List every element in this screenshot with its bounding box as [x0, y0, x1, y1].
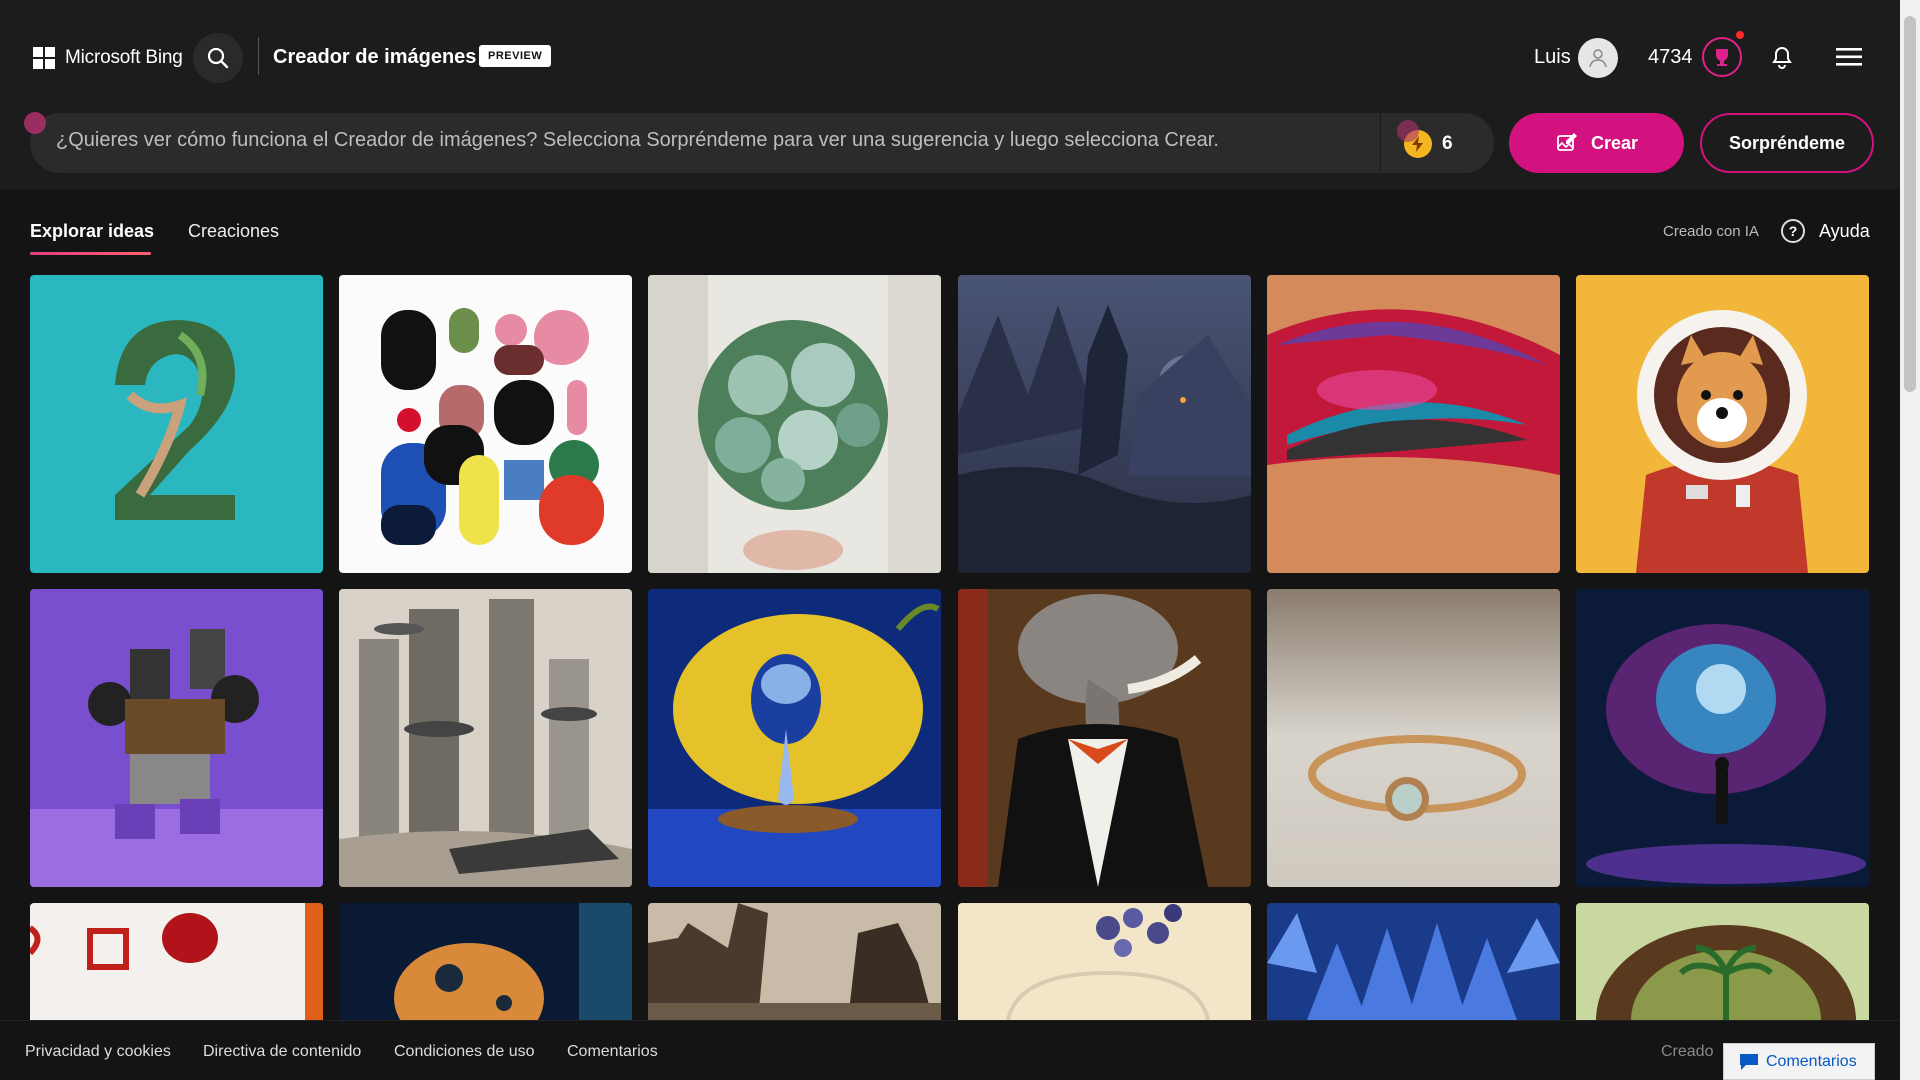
header: Microsoft Bing Creador de imágenes PREVI… — [0, 0, 1900, 190]
gallery-image-number-2-leaf[interactable] — [30, 275, 323, 573]
create-image-icon — [1557, 133, 1577, 151]
help-link[interactable]: Ayuda — [1819, 221, 1870, 242]
tab-creations[interactable]: Creaciones — [188, 221, 279, 242]
notification-dot — [1736, 31, 1744, 39]
gallery-image-cosmic-figure[interactable] — [1576, 589, 1869, 887]
gallery-image-shiba-astronaut[interactable] — [1576, 275, 1869, 573]
tour-hint-dot — [1397, 120, 1419, 142]
footer-link-privacy[interactable]: Privacidad y cookies — [25, 1043, 171, 1061]
gallery-image-abstract-shapes[interactable] — [339, 275, 632, 573]
bell-icon[interactable] — [1771, 45, 1793, 74]
bing-logo[interactable]: Microsoft Bing — [33, 47, 183, 69]
footer-link-content-policy[interactable]: Directiva de contenido — [203, 1043, 361, 1061]
gallery-image-elephant-tuxedo[interactable] — [958, 589, 1251, 887]
gallery-image-colorful-eye-makeup[interactable] — [1267, 275, 1560, 573]
gallery-image-purple-robot[interactable] — [30, 589, 323, 887]
gallery-image-ruined-building[interactable] — [648, 903, 941, 1020]
user-name[interactable]: Luis — [1534, 46, 1571, 69]
feedback-button-label: Comentarios — [1766, 1052, 1857, 1070]
rewards-points[interactable]: 4734 — [1648, 46, 1693, 69]
tour-hint-dot — [24, 112, 46, 134]
footer-created-label: Creado — [1661, 1043, 1714, 1060]
preview-badge: PREVIEW — [479, 45, 552, 67]
search-icon — [207, 47, 229, 69]
footer-link-terms[interactable]: Condiciones de uso — [394, 1043, 535, 1061]
gallery-image-space-hamster[interactable] — [339, 903, 632, 1020]
gallery-image-red-hat-wall[interactable] — [30, 903, 323, 1020]
prompt-bar: 6 — [30, 113, 1494, 173]
help-icon[interactable]: ? — [1781, 219, 1805, 243]
create-button[interactable]: Crear — [1509, 113, 1684, 173]
gallery-image-tiny-planet-palm[interactable] — [1576, 903, 1869, 1020]
feedback-button[interactable]: Comentarios — [1723, 1043, 1875, 1080]
microsoft-logo-icon — [33, 47, 55, 69]
prompt-input[interactable] — [56, 129, 1386, 152]
gallery-image-sci-fi-city[interactable] — [339, 589, 632, 887]
surprise-me-button[interactable]: Sorpréndeme — [1700, 113, 1874, 173]
gallery-image-gold-ring[interactable] — [1267, 589, 1560, 887]
active-tab-underline — [30, 252, 151, 255]
gallery-image-succulent-bouquet[interactable] — [648, 275, 941, 573]
tab-explore-ideas[interactable]: Explorar ideas — [30, 221, 154, 242]
footer: Privacidad y cookies Directiva de conten… — [0, 1020, 1900, 1080]
prompt-separator — [1380, 113, 1381, 173]
gallery-image-flower-glass[interactable] — [958, 903, 1251, 1020]
gallery-image-dark-castle-mountains[interactable] — [958, 275, 1251, 573]
gallery-image-blue-flower[interactable] — [1267, 903, 1560, 1020]
made-with-ai-label: Creado con IA — [1663, 223, 1759, 240]
user-icon — [1589, 49, 1607, 68]
footer-link-feedback[interactable]: Comentarios — [567, 1043, 658, 1061]
hamburger-menu-icon[interactable] — [1836, 47, 1862, 72]
chat-icon — [1740, 1053, 1758, 1070]
app-title[interactable]: Creador de imágenes — [273, 46, 476, 69]
boosts-count: 6 — [1442, 133, 1453, 154]
header-divider — [258, 37, 259, 75]
gallery-image-lemon-teardrop[interactable] — [648, 589, 941, 887]
avatar[interactable] — [1578, 38, 1618, 78]
rewards-trophy-icon[interactable] — [1702, 37, 1742, 77]
brand-name: Microsoft Bing — [65, 47, 183, 68]
scrollbar-thumb[interactable] — [1904, 16, 1916, 392]
search-button[interactable] — [193, 33, 243, 83]
create-button-label: Crear — [1590, 132, 1639, 153]
